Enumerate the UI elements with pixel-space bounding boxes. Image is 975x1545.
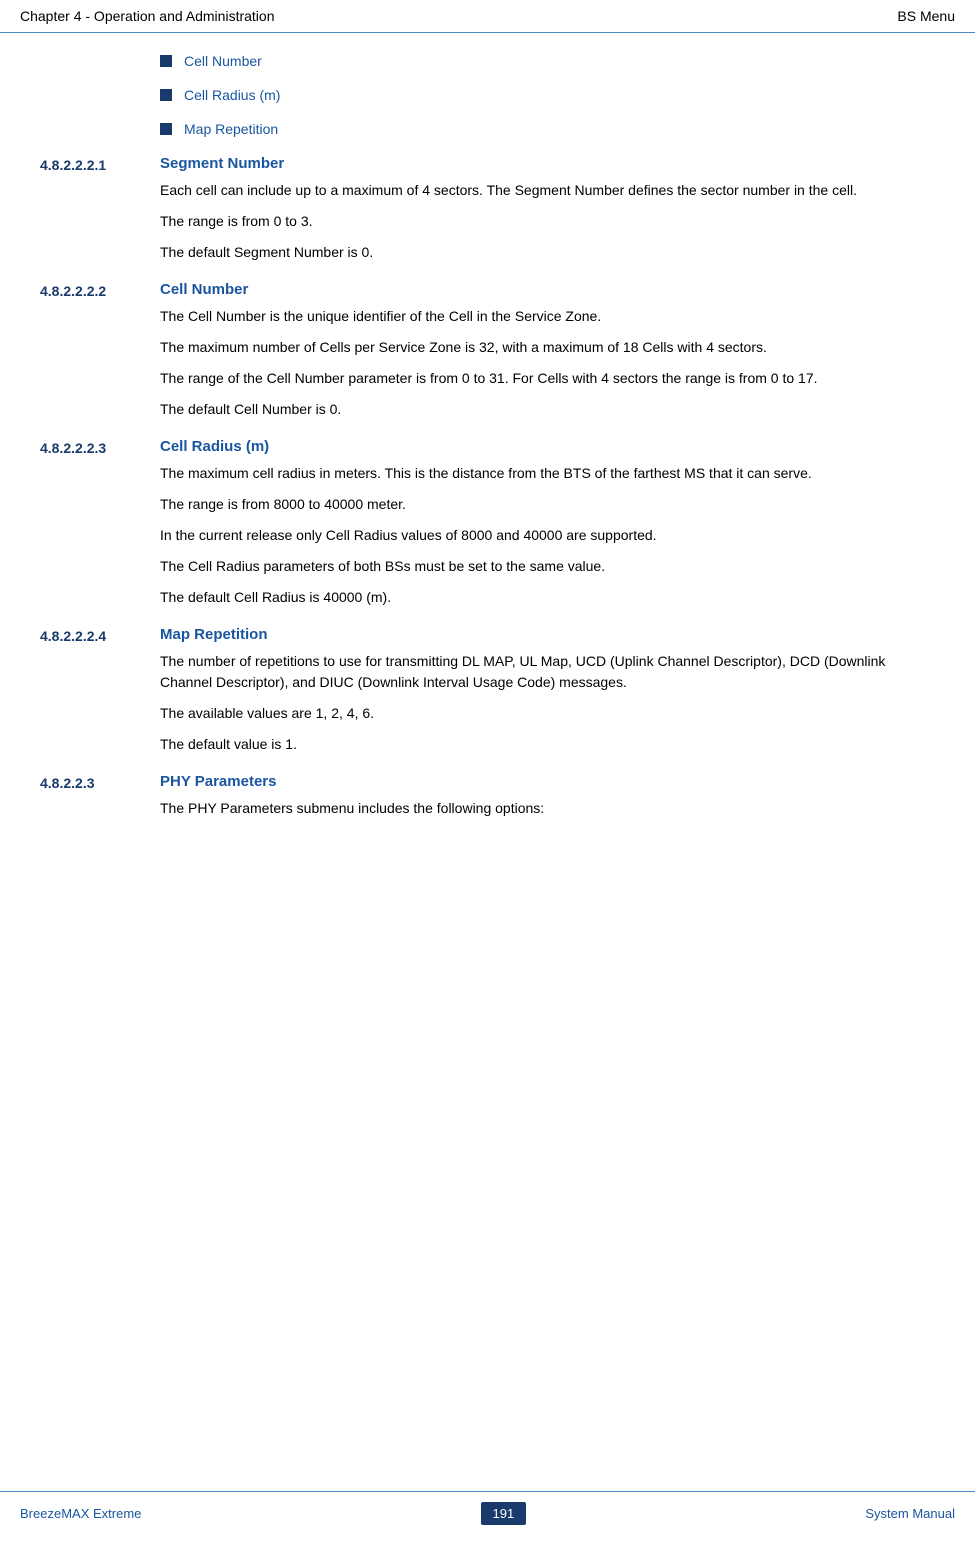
paragraph: The Cell Number is the unique identifier… bbox=[160, 306, 935, 327]
page-number: 191 bbox=[481, 1502, 527, 1525]
paragraph: Each cell can include up to a maximum of… bbox=[160, 180, 935, 201]
section-content: Cell Number The Cell Number is the unique… bbox=[160, 281, 935, 430]
paragraph: The PHY Parameters submenu includes the … bbox=[160, 798, 935, 819]
section-body: The PHY Parameters submenu includes the … bbox=[160, 798, 935, 819]
paragraph: The maximum cell radius in meters. This … bbox=[160, 463, 935, 484]
bullet-label: Cell Number bbox=[184, 53, 262, 69]
paragraph: The default Segment Number is 0. bbox=[160, 242, 935, 263]
section-number: 4.8.2.2.2.4 bbox=[40, 626, 160, 765]
footer-right: System Manual bbox=[865, 1506, 955, 1521]
paragraph: The available values are 1, 2, 4, 6. bbox=[160, 703, 935, 724]
paragraph: The Cell Radius parameters of both BSs m… bbox=[160, 556, 935, 577]
section-number: 4.8.2.2.3 bbox=[40, 773, 160, 829]
section-content: PHY Parameters The PHY Parameters submenu… bbox=[160, 773, 935, 829]
section: 4.8.2.2.2.2Cell Number The Cell Number is… bbox=[40, 281, 935, 430]
bullet-item: Cell Number bbox=[160, 53, 935, 69]
paragraph: The default value is 1. bbox=[160, 734, 935, 755]
paragraph: The default Cell Radius is 40000 (m). bbox=[160, 587, 935, 608]
section: 4.8.2.2.2.4Map Repetition The number of r… bbox=[40, 626, 935, 765]
section-number: 4.8.2.2.2.3 bbox=[40, 438, 160, 618]
section-number: 4.8.2.2.2.1 bbox=[40, 155, 160, 273]
bullet-label: Cell Radius (m) bbox=[184, 87, 280, 103]
section-content: Map Repetition The number of repetitions … bbox=[160, 626, 935, 765]
section-body: The maximum cell radius in meters. This … bbox=[160, 463, 935, 608]
bullet-square-icon bbox=[160, 89, 172, 101]
section: 4.8.2.2.2.3Cell Radius (m) The maximum ce… bbox=[40, 438, 935, 618]
section-title: Segment Number bbox=[160, 155, 935, 172]
section-body: Each cell can include up to a maximum of… bbox=[160, 180, 935, 263]
bullet-label: Map Repetition bbox=[184, 121, 278, 137]
paragraph: The maximum number of Cells per Service … bbox=[160, 337, 935, 358]
paragraph: The number of repetitions to use for tra… bbox=[160, 651, 935, 693]
bullet-item: Cell Radius (m) bbox=[160, 87, 935, 103]
section-body: The Cell Number is the unique identifier… bbox=[160, 306, 935, 420]
header-right: BS Menu bbox=[897, 8, 955, 24]
bullet-list: Cell Number Cell Radius (m) Map Repetition bbox=[160, 53, 935, 137]
sections-container: 4.8.2.2.2.1Segment Number Each cell can i… bbox=[40, 155, 935, 829]
bullet-item: Map Repetition bbox=[160, 121, 935, 137]
section-content: Segment Number Each cell can include up t… bbox=[160, 155, 935, 273]
bullet-square-icon bbox=[160, 123, 172, 135]
section-title: Cell Radius (m) bbox=[160, 438, 935, 455]
section-title: PHY Parameters bbox=[160, 773, 935, 790]
bullet-square-icon bbox=[160, 55, 172, 67]
section-content: Cell Radius (m) The maximum cell radius i… bbox=[160, 438, 935, 618]
paragraph: The default Cell Number is 0. bbox=[160, 399, 935, 420]
section-title: Map Repetition bbox=[160, 626, 935, 643]
header-left: Chapter 4 - Operation and Administration bbox=[20, 8, 274, 24]
section: 4.8.2.2.2.1Segment Number Each cell can i… bbox=[40, 155, 935, 273]
paragraph: The range of the Cell Number parameter i… bbox=[160, 368, 935, 389]
section-title: Cell Number bbox=[160, 281, 935, 298]
footer-left: BreezeMAX Extreme bbox=[20, 1506, 141, 1521]
paragraph: The range is from 0 to 3. bbox=[160, 211, 935, 232]
page-footer: BreezeMAX Extreme 191 System Manual bbox=[0, 1491, 975, 1535]
paragraph: In the current release only Cell Radius … bbox=[160, 525, 935, 546]
section-body: The number of repetitions to use for tra… bbox=[160, 651, 935, 755]
section: 4.8.2.2.3PHY Parameters The PHY Parameter… bbox=[40, 773, 935, 829]
page-header: Chapter 4 - Operation and Administration… bbox=[0, 0, 975, 33]
section-number: 4.8.2.2.2.2 bbox=[40, 281, 160, 430]
paragraph: The range is from 8000 to 40000 meter. bbox=[160, 494, 935, 515]
